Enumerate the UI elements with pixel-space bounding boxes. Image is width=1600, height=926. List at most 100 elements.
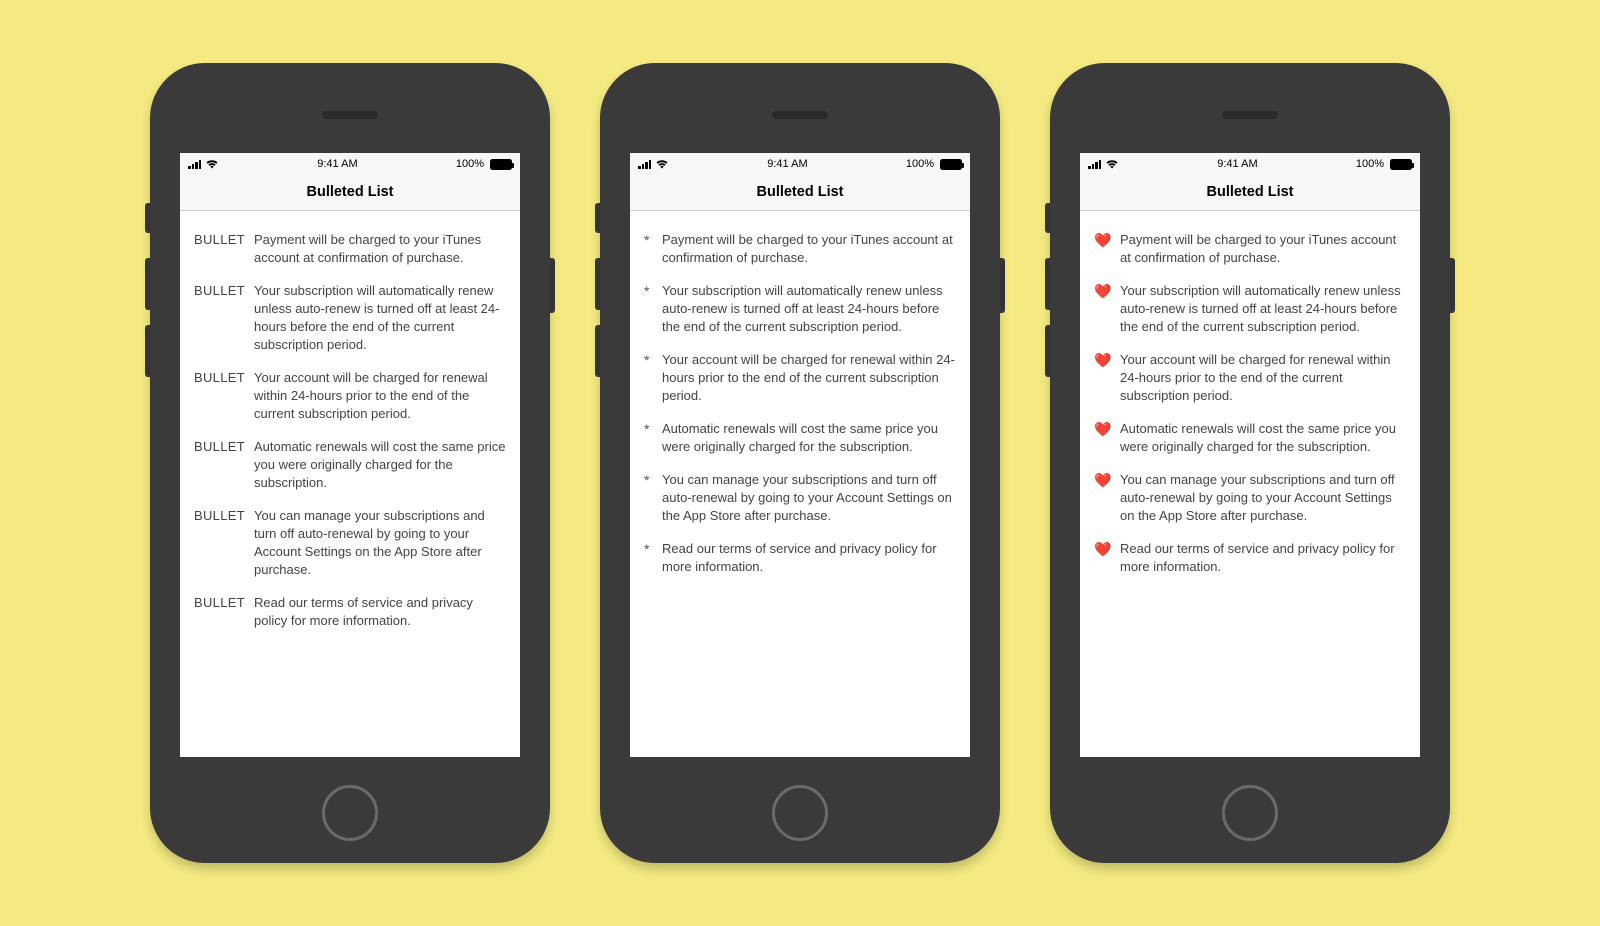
bulleted-list: *Payment will be charged to your iTunes … [644,231,956,576]
list-text: Read our terms of service and privacy po… [662,540,956,576]
list-text: Your subscription will automatically ren… [1120,282,1406,336]
list-item: ❤️ Your account will be charged for renew… [1094,351,1406,405]
bullet-marker: * [644,282,654,300]
heart-icon: ❤️ [1094,420,1112,438]
volume-up-button [595,258,600,310]
phone-mockup: 9:41 AM 100% Bulleted List ❤️ Payment wil… [1050,63,1450,863]
wifi-icon [205,159,219,169]
content-area[interactable]: BULLET Payment will be charged to your iT… [180,211,520,757]
heart-icon: ❤️ [1094,471,1112,489]
list-text: Your subscription will automatically ren… [254,282,506,354]
volume-down-button [1045,325,1050,377]
home-button [1222,785,1278,841]
list-text: Automatic renewals will cost the same pr… [1120,420,1406,456]
home-button [322,785,378,841]
nav-title: Bulleted List [630,175,970,211]
bulleted-list: ❤️ Payment will be charged to your iTunes… [1094,231,1406,576]
home-button [772,785,828,841]
mute-switch [1045,203,1050,233]
nav-title: Bulleted List [1080,175,1420,211]
phone-screen: 9:41 AM 100% Bulleted List BULLET Payment… [180,153,520,757]
list-text: Your account will be charged for renewal… [254,369,506,423]
battery-percent: 100% [906,158,934,170]
list-text: Automatic renewals will cost the same pr… [662,420,956,456]
battery-percent: 100% [1356,158,1384,170]
mute-switch [145,203,150,233]
phone-mockup: 9:41 AM 100% Bulleted List BULLET Payment… [150,63,550,863]
list-item: ❤️ Your subscription will automatically r… [1094,282,1406,336]
list-text: You can manage your subscriptions and tu… [1120,471,1406,525]
bullet-marker: * [644,471,654,489]
status-time: 9:41 AM [767,158,807,170]
speaker-slot [772,111,828,119]
list-text: Automatic renewals will cost the same pr… [254,438,506,492]
list-item: BULLET Your account will be charged for r… [194,369,506,423]
battery-icon [1390,159,1412,170]
bullet-marker: BULLET [194,438,246,456]
bullet-marker: * [644,540,654,558]
battery-percent: 100% [456,158,484,170]
power-button [550,258,555,313]
status-time: 9:41 AM [1217,158,1257,170]
heart-icon: ❤️ [1094,231,1112,249]
phone-screen: 9:41 AM 100% Bulleted List ❤️ Payment wil… [1080,153,1420,757]
bullet-marker: BULLET [194,231,246,249]
list-item: ❤️ Automatic renewals will cost the same … [1094,420,1406,456]
list-item: BULLET You can manage your subscriptions … [194,507,506,579]
list-text: You can manage your subscriptions and tu… [254,507,506,579]
mute-switch [595,203,600,233]
signal-icon [1088,159,1101,169]
phone-mockup: 9:41 AM 100% Bulleted List *Payment will… [600,63,1000,863]
wifi-icon [655,159,669,169]
wifi-icon [1105,159,1119,169]
status-time: 9:41 AM [317,158,357,170]
nav-title: Bulleted List [180,175,520,211]
heart-icon: ❤️ [1094,540,1112,558]
bullet-marker: BULLET [194,369,246,387]
list-item: ❤️ Read our terms of service and privacy … [1094,540,1406,576]
list-item: * Read our terms of service and privacy p… [644,540,956,576]
list-text: Read our terms of service and privacy po… [1120,540,1406,576]
signal-icon [188,159,201,169]
status-bar: 9:41 AM 100% [1080,153,1420,175]
list-item: BULLETYour subscription will automatical… [194,282,506,354]
bullet-marker: BULLET [194,507,246,525]
list-text: Payment will be charged to your iTunes a… [1120,231,1406,267]
bullet-marker: BULLET [194,594,246,612]
heart-icon: ❤️ [1094,351,1112,369]
volume-up-button [145,258,150,310]
battery-icon [940,159,962,170]
content-area[interactable]: *Payment will be charged to your iTunes … [630,211,970,757]
status-bar: 9:41 AM 100% [180,153,520,175]
power-button [1450,258,1455,313]
bulleted-list: BULLET Payment will be charged to your iT… [194,231,506,630]
list-item: BULLET Automatic renewals will cost the s… [194,438,506,492]
list-item: *Your subscription will automatically re… [644,282,956,336]
volume-up-button [1045,258,1050,310]
list-item: * Automatic renewals will cost the same p… [644,420,956,456]
list-text: Your account will be charged for renewal… [1120,351,1406,405]
list-text: Your account will be charged for renewal… [662,351,956,405]
list-text: You can manage your subscriptions and tu… [662,471,956,525]
bullet-marker: * [644,231,654,249]
list-item: BULLET Payment will be charged to your iT… [194,231,506,267]
heart-icon: ❤️ [1094,282,1112,300]
list-item: ❤️ Payment will be charged to your iTunes… [1094,231,1406,267]
power-button [1000,258,1005,313]
list-text: Payment will be charged to your iTunes a… [254,231,506,267]
volume-down-button [145,325,150,377]
status-bar: 9:41 AM 100% [630,153,970,175]
volume-down-button [595,325,600,377]
phone-screen: 9:41 AM 100% Bulleted List *Payment will… [630,153,970,757]
signal-icon [638,159,651,169]
bullet-marker: * [644,351,654,369]
bullet-marker: * [644,420,654,438]
list-item: ❤️ You can manage your subscriptions and … [1094,471,1406,525]
battery-icon [490,159,512,170]
speaker-slot [322,111,378,119]
list-item: *Payment will be charged to your iTunes … [644,231,956,267]
list-item: * You can manage your subscriptions and t… [644,471,956,525]
speaker-slot [1222,111,1278,119]
list-text: Read our terms of service and privacy po… [254,594,506,630]
content-area[interactable]: ❤️ Payment will be charged to your iTunes… [1080,211,1420,757]
